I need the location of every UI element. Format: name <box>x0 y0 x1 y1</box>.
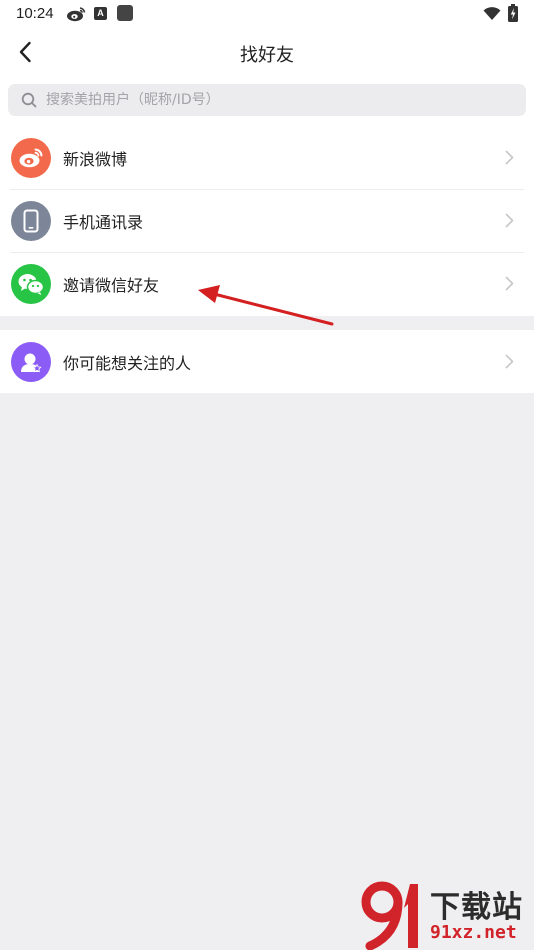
list-item-weibo[interactable]: 新浪微博 <box>0 126 534 189</box>
chevron-right-icon <box>505 354 514 369</box>
annotation-arrow <box>198 285 334 326</box>
user-star-icon <box>11 341 51 382</box>
status-bar: 10:24 A <box>0 0 534 28</box>
list-item-suggested-users[interactable]: 你可能想关注的人 <box>0 330 534 393</box>
search-section <box>0 76 534 126</box>
chevron-right-icon <box>505 276 514 291</box>
wechat-icon <box>11 263 51 304</box>
square-notification-icon <box>117 5 133 21</box>
list-item-label: 新浪微博 <box>63 149 128 169</box>
suggestion-list: 你可能想关注的人 <box>0 330 534 393</box>
battery-icon <box>508 4 518 26</box>
chevron-right-icon <box>505 150 514 165</box>
watermark-url: 91xz.net <box>430 922 517 943</box>
weibo-notification-icon <box>66 6 86 26</box>
search-bar[interactable] <box>8 84 526 116</box>
list-item-label: 你可能想关注的人 <box>63 353 192 373</box>
watermark-logo <box>361 881 418 950</box>
list-item-label: 手机通讯录 <box>63 212 144 232</box>
wifi-icon <box>483 6 501 25</box>
search-icon <box>21 92 37 108</box>
status-time: 10:24 <box>16 5 54 22</box>
weibo-icon <box>11 137 51 178</box>
watermark-title: 下载站 <box>430 890 523 925</box>
search-input[interactable] <box>46 92 486 108</box>
header: 找好友 <box>0 28 534 76</box>
chevron-right-icon <box>505 213 514 228</box>
app-notification-icon: A <box>94 7 107 20</box>
watermark: 下载站 91xz.net <box>360 880 534 950</box>
page-title: 找好友 <box>240 45 294 66</box>
list-item-label: 邀请微信好友 <box>63 275 160 295</box>
list-item-contacts[interactable]: 手机通讯录 <box>0 189 534 252</box>
screen: 10:24 A 找好友 搜索美拍用户（昵称/ID号） 新浪微博 手机通讯录 邀请… <box>0 0 534 950</box>
phone-icon <box>11 200 51 241</box>
